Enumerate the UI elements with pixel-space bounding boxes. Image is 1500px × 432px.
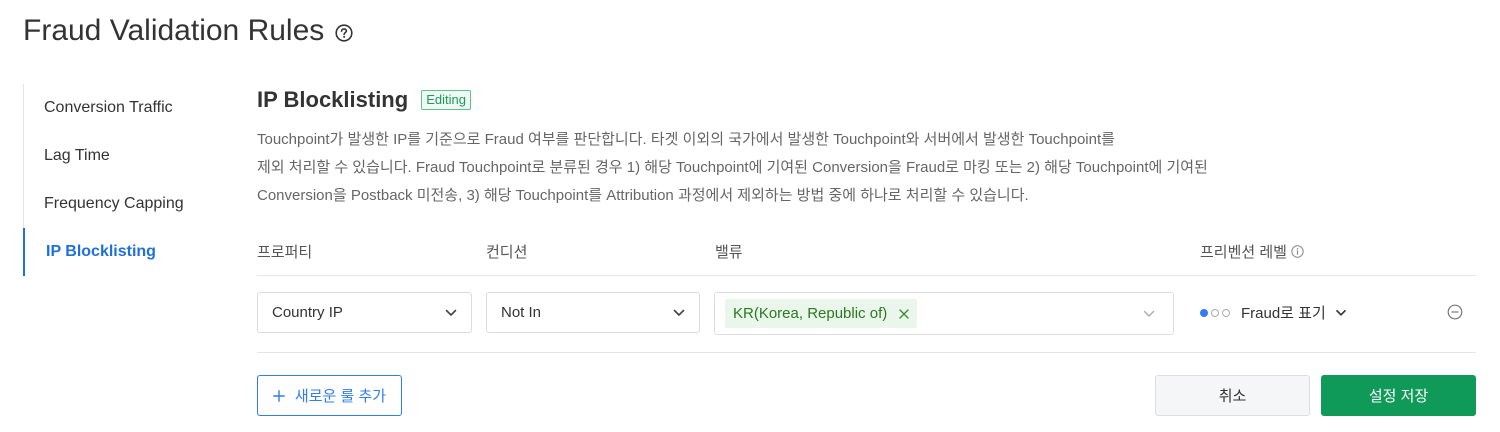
sidebar: Conversion Traffic Lag Time Frequency Ca… [23,84,224,276]
table-header-divider [257,275,1476,276]
prevention-level-label: Fraud로 표기 [1241,305,1326,322]
column-header-label: 프리벤션 레벨 [1200,244,1287,261]
sidebar-item-label: Lag Time [44,147,110,164]
add-rule-label: 새로운 룰 추가 [294,388,387,405]
value-tag-label: KR(Korea, Republic of) [733,305,888,322]
value-multiselect[interactable]: KR(Korea, Republic of) [714,292,1174,335]
value-multiselect-tags: KR(Korea, Republic of) [725,299,1143,328]
column-header-label: 밸류 [715,244,743,261]
column-header-label: 프로퍼티 [257,244,313,261]
condition-select[interactable]: Not In [486,292,700,333]
prevention-level-indicator [1200,308,1230,317]
description-line: Touchpoint가 발생한 IP를 기준으로 Fraud 여부를 판단합니다… [257,131,1115,148]
sidebar-item-lag-time[interactable]: Lag Time [24,132,224,180]
description-line: Conversion을 Postback 미전송, 3) 해당 Touchpoi… [257,187,1029,204]
table-row-divider [257,352,1476,353]
property-select[interactable]: Country IP [257,292,472,333]
description-line: 제외 처리할 수 있습니다. Fraud Touchpoint로 분류된 경우 … [257,159,1208,176]
sidebar-item-frequency-capping[interactable]: Frequency Capping [24,180,224,228]
section-title: IP Blocklisting Editing [257,87,471,113]
column-header-label: 컨디션 [486,244,528,261]
sidebar-item-label: Conversion Traffic [44,99,173,116]
column-header-prevention-level: 프리벤션 레벨 [1200,241,1304,262]
sidebar-item-conversion-traffic[interactable]: Conversion Traffic [24,84,224,132]
level-dot-filled [1200,308,1208,317]
property-select-value: Country IP [272,304,343,321]
sidebar-item-ip-blocklisting[interactable]: IP Blocklisting [23,228,223,276]
condition-select-value: Not In [501,304,542,321]
add-rule-button[interactable]: 새로운 룰 추가 [257,375,402,416]
close-icon[interactable] [899,308,909,319]
save-label: 설정 저장 [1368,388,1429,405]
value-tag: KR(Korea, Republic of) [725,299,918,328]
cancel-button[interactable]: 취소 [1155,375,1310,416]
prevention-level-dropdown[interactable]: Fraud로 표기 [1200,302,1347,323]
level-dot-empty [1222,308,1230,317]
column-header-property: 프로퍼티 [257,241,312,262]
plus-icon [273,389,285,402]
page-title-text: Fraud Validation Rules [23,14,325,47]
chevron-down-icon [1335,309,1347,317]
chevron-down-icon [1143,310,1155,318]
column-header-condition: 컨디션 [486,241,527,262]
section-title-text: IP Blocklisting [257,87,409,112]
column-header-value: 밸류 [715,241,743,262]
section-description: Touchpoint가 발생한 IP를 기준으로 Fraud 여부를 판단합니다… [257,126,1407,210]
sidebar-item-label: Frequency Capping [44,195,184,212]
chevron-down-icon [445,309,457,317]
cancel-label: 취소 [1218,388,1247,405]
level-dot-empty [1211,308,1219,317]
minus-circle-icon[interactable] [1447,304,1463,320]
info-circle-icon[interactable] [1291,245,1304,258]
sidebar-item-label: IP Blocklisting [46,243,156,260]
status-badge: Editing [421,90,471,110]
chevron-down-icon [673,309,685,317]
save-button[interactable]: 설정 저장 [1321,375,1476,416]
question-circle-icon[interactable] [335,24,353,42]
page-title: Fraud Validation Rules [23,14,353,48]
